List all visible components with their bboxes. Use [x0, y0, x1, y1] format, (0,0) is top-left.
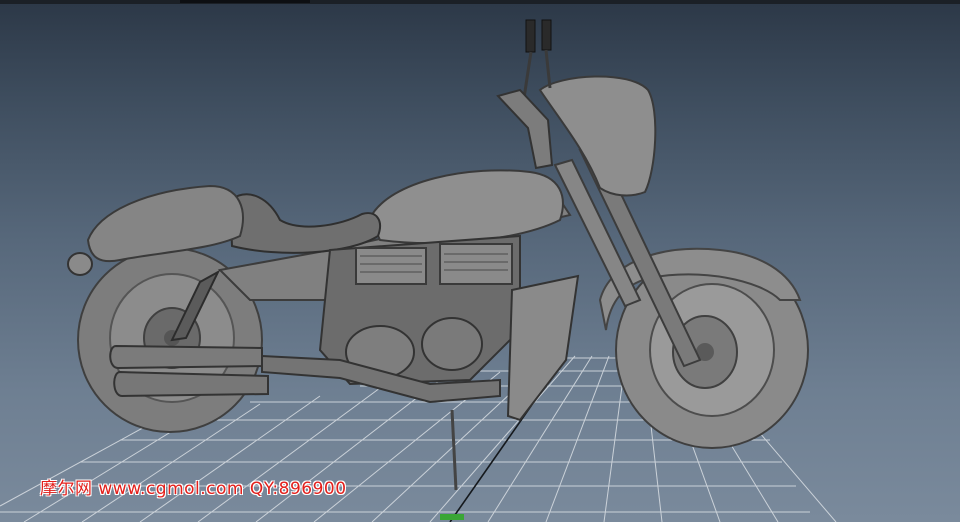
rear-fender [86, 184, 244, 263]
tail-light [67, 252, 93, 276]
seat [228, 193, 381, 254]
right-mirror [541, 19, 552, 51]
origin-axis-marker [440, 514, 464, 520]
scene-canvas[interactable] [0, 0, 960, 522]
side-panel [506, 274, 580, 422]
watermark-text: 摩尔网 www.cgmol.com QY:896900 [40, 479, 347, 499]
headlight-fairing [538, 75, 657, 197]
viewport-3d[interactable]: 摩尔网 www.cgmol.com QY:896900 [0, 0, 960, 522]
left-mirror [525, 19, 536, 53]
mirror-stem [522, 51, 533, 99]
handlebar [496, 88, 554, 170]
kickstand [450, 409, 458, 491]
mirror-stem-right [544, 49, 552, 89]
fuel-tank [368, 169, 564, 245]
